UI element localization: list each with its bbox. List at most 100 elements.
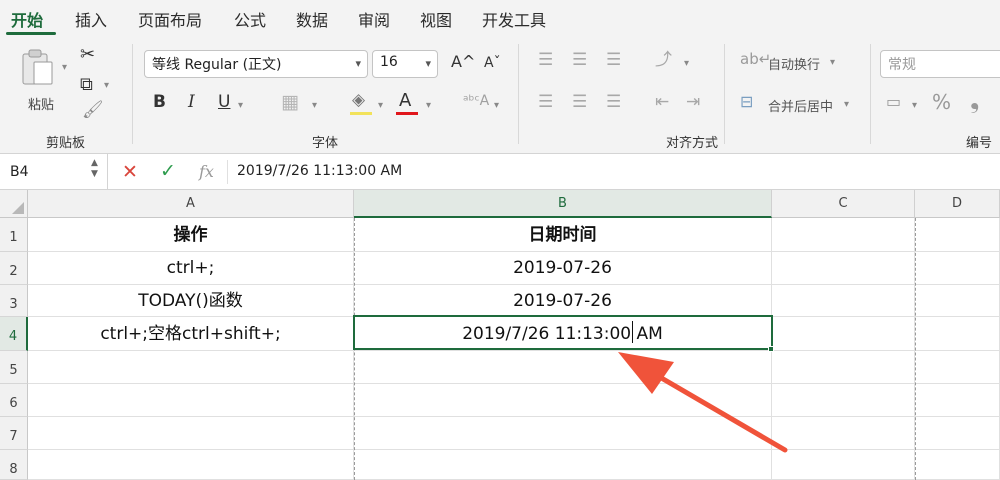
- row-header-7[interactable]: 7: [0, 417, 28, 450]
- align-center-icon[interactable]: ☰: [572, 94, 587, 111]
- accounting-dropdown-icon[interactable]: ▾: [912, 100, 917, 111]
- borders-icon[interactable]: ▦: [281, 93, 299, 112]
- cell-c2[interactable]: [772, 252, 915, 285]
- underline-dropdown-icon[interactable]: ▾: [238, 100, 243, 111]
- tab-review[interactable]: 审阅: [358, 7, 390, 31]
- row-header-8[interactable]: 8: [0, 450, 28, 480]
- paste-button[interactable]: 粘贴: [18, 46, 62, 113]
- cell-a8[interactable]: [28, 450, 354, 480]
- column-header-b[interactable]: B: [354, 190, 772, 218]
- merge-center-button[interactable]: ⊟ 合并后居中 ▾: [740, 94, 858, 116]
- ribbon-separator: [724, 44, 725, 144]
- align-bottom-icon[interactable]: ☰: [606, 52, 621, 69]
- cut-icon[interactable]: ✂: [80, 46, 95, 64]
- bold-icon[interactable]: B: [153, 94, 166, 111]
- formula-input[interactable]: 2019/7/26 11:13:00 AM: [237, 163, 402, 179]
- cell-d4[interactable]: [915, 317, 1000, 351]
- row-header-2[interactable]: 2: [0, 252, 28, 285]
- row-header-3[interactable]: 3: [0, 285, 28, 317]
- accounting-format-icon[interactable]: ▭: [886, 94, 901, 110]
- orientation-dropdown-icon[interactable]: ▾: [684, 58, 689, 69]
- ribbon-separator: [518, 44, 519, 144]
- column-header-c[interactable]: C: [772, 190, 915, 218]
- cell-a2[interactable]: ctrl+;: [28, 252, 354, 285]
- copy-icon[interactable]: ⧉: [80, 76, 93, 94]
- name-box[interactable]: B4 ▲ ▼: [0, 154, 108, 190]
- tab-page-layout[interactable]: 页面布局: [138, 7, 202, 31]
- row-header-5[interactable]: 5: [0, 351, 28, 384]
- column-header-d[interactable]: D: [915, 190, 1000, 218]
- italic-icon[interactable]: I: [188, 94, 195, 111]
- format-painter-icon[interactable]: 🖌: [82, 102, 104, 119]
- fill-color-swatch: [350, 112, 372, 115]
- tab-data[interactable]: 数据: [296, 7, 328, 31]
- font-color-button[interactable]: A ▾: [396, 92, 438, 118]
- decrease-indent-icon[interactable]: ⇤: [655, 94, 669, 111]
- chevron-down-icon: ▾: [378, 100, 384, 111]
- font-group-label: 字体: [312, 136, 339, 151]
- cell-a6[interactable]: [28, 384, 354, 417]
- tab-formulas[interactable]: 公式: [234, 7, 266, 31]
- cell-a5[interactable]: [28, 351, 354, 384]
- fill-color-button[interactable]: ◈ ▾: [350, 92, 390, 118]
- tab-home[interactable]: 开始: [11, 7, 43, 31]
- cell-a3[interactable]: TODAY()函数: [28, 285, 354, 317]
- merge-center-label: 合并后居中: [768, 100, 834, 115]
- number-format-select[interactable]: 常规: [880, 50, 1000, 78]
- name-box-stepper-icon[interactable]: ▲ ▼: [91, 158, 98, 180]
- phonetic-guide-icon[interactable]: ᵃᵇᶜA: [463, 94, 489, 108]
- insert-function-icon[interactable]: fx: [199, 162, 214, 181]
- font-size-select[interactable]: 16 ▾: [372, 50, 438, 78]
- tab-developer[interactable]: 开发工具: [482, 7, 546, 31]
- orientation-icon[interactable]: ⤴: [655, 52, 672, 69]
- cell-a7[interactable]: [28, 417, 354, 450]
- underline-icon[interactable]: U: [218, 94, 230, 111]
- cell-d5[interactable]: [915, 351, 1000, 384]
- cell-d8[interactable]: [915, 450, 1000, 480]
- font-name-select[interactable]: 等线 Regular (正文) ▾: [144, 50, 368, 78]
- tab-view[interactable]: 视图: [420, 7, 452, 31]
- comma-style-icon[interactable]: ❟: [970, 88, 979, 112]
- increase-indent-icon[interactable]: ⇥: [686, 94, 700, 111]
- align-top-icon[interactable]: ☰: [538, 52, 553, 69]
- wrap-text-button[interactable]: ab↵ 自动换行 ▾: [740, 52, 844, 74]
- borders-dropdown-icon[interactable]: ▾: [312, 100, 317, 111]
- cell-d1[interactable]: [915, 218, 1000, 252]
- ribbon-tab-bar: 开始 插入 页面布局 公式 数据 审阅 视图 开发工具: [0, 0, 1000, 36]
- formula-bar: B4 ▲ ▼ ✕ ✓ fx 2019/7/26 11:13:00 AM: [0, 154, 1000, 190]
- cell-c1[interactable]: [772, 218, 915, 252]
- paste-dropdown-icon[interactable]: ▾: [62, 62, 67, 73]
- cell-d3[interactable]: [915, 285, 1000, 317]
- cell-a4[interactable]: ctrl+;空格ctrl+shift+;: [28, 317, 354, 351]
- cell-d6[interactable]: [915, 384, 1000, 417]
- wrap-text-icon: ab↵: [740, 50, 772, 68]
- tab-insert[interactable]: 插入: [75, 7, 107, 31]
- cell-d2[interactable]: [915, 252, 1000, 285]
- cancel-entry-icon[interactable]: ✕: [122, 161, 138, 183]
- row-header-6[interactable]: 6: [0, 384, 28, 417]
- align-middle-icon[interactable]: ☰: [572, 52, 587, 69]
- ribbon-separator: [132, 44, 133, 144]
- cell-b2[interactable]: 2019-07-26: [354, 252, 772, 285]
- cell-b3[interactable]: 2019-07-26: [354, 285, 772, 317]
- decrease-font-size-icon[interactable]: Aˇ: [484, 56, 501, 70]
- row-header-1[interactable]: 1: [0, 218, 28, 252]
- increase-font-size-icon[interactable]: A^: [451, 54, 475, 70]
- clipboard-group-label: 剪贴板: [46, 136, 86, 151]
- percent-icon[interactable]: %: [932, 92, 951, 112]
- copy-dropdown-icon[interactable]: ▾: [104, 80, 109, 91]
- cell-a1[interactable]: 操作: [28, 218, 354, 252]
- cell-b1[interactable]: 日期时间: [354, 218, 772, 252]
- confirm-entry-icon[interactable]: ✓: [160, 160, 176, 182]
- ribbon-separator: [870, 44, 871, 144]
- align-right-icon[interactable]: ☰: [606, 94, 621, 111]
- cell-d7[interactable]: [915, 417, 1000, 450]
- row-header-4[interactable]: 4: [0, 317, 28, 351]
- column-header-a[interactable]: A: [28, 190, 354, 218]
- align-left-icon[interactable]: ☰: [538, 94, 553, 111]
- merge-center-icon: ⊟: [740, 92, 754, 111]
- phonetic-dropdown-icon[interactable]: ▾: [494, 100, 499, 111]
- wrap-text-label: 自动换行: [768, 58, 821, 73]
- cell-c3[interactable]: [772, 285, 915, 317]
- select-all-button[interactable]: [0, 190, 28, 218]
